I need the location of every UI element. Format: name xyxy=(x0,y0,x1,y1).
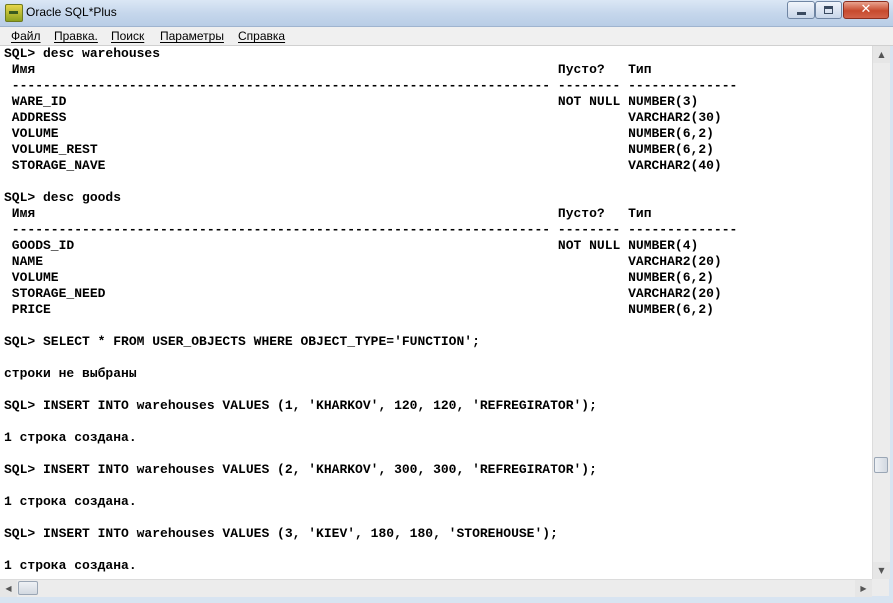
console-line: STORAGE_NEED VARCHAR2(20) xyxy=(4,286,722,301)
menu-search[interactable]: Поиск xyxy=(111,29,144,43)
console-line: VOLUME NUMBER(6,2) xyxy=(4,270,714,285)
scroll-up-icon[interactable]: ▲ xyxy=(873,46,890,63)
maximize-button[interactable] xyxy=(815,1,842,19)
sqlplus-app-icon xyxy=(5,4,23,22)
console-line: VOLUME_REST NUMBER(6,2) xyxy=(4,142,714,157)
console-line: WARE_ID NOT NULL NUMBER(3) xyxy=(4,94,699,109)
close-icon: ✕ xyxy=(860,2,872,17)
console-line: VOLUME NUMBER(6,2) xyxy=(4,126,714,141)
horizontal-scroll-thumb[interactable] xyxy=(18,581,38,595)
close-button[interactable]: ✕ xyxy=(843,1,889,19)
minimize-icon xyxy=(797,12,806,15)
window-title: Oracle SQL*Plus xyxy=(26,5,117,19)
sqlplus-window: Oracle SQL*Plus ✕ Файл Правка. Поиск Пар… xyxy=(0,0,893,603)
console-line: SQL> desc warehouses xyxy=(4,46,161,61)
console-line: SQL> INSERT INTO warehouses VALUES (1, '… xyxy=(4,398,597,413)
console-line: STORAGE_NAVE VARCHAR2(40) xyxy=(4,158,722,173)
maximize-icon xyxy=(824,6,833,14)
scrollbar-corner xyxy=(872,579,889,596)
console-line: GOODS_ID NOT NULL NUMBER(4) xyxy=(4,238,699,253)
console-line: SQL> desc goods xyxy=(4,190,122,205)
scroll-left-icon[interactable]: ◀ xyxy=(0,580,17,597)
menu-file[interactable]: Файл xyxy=(11,29,41,43)
console-line: NAME VARCHAR2(20) xyxy=(4,254,722,269)
console-line: строки не выбраны xyxy=(4,366,137,381)
vertical-scrollbar[interactable]: ▲ ▼ xyxy=(872,46,890,579)
console-line: Имя Пусто? Тип xyxy=(4,206,652,221)
scroll-right-icon[interactable]: ▶ xyxy=(855,580,872,597)
console-line: 1 строка создана. xyxy=(4,494,137,509)
console-line: 1 строка создана. xyxy=(4,430,137,445)
menu-edit[interactable]: Правка. xyxy=(54,29,98,43)
console-line: Имя Пусто? Тип xyxy=(4,62,652,77)
horizontal-scrollbar[interactable]: ◀ ▶ xyxy=(0,579,872,597)
console-line: ADDRESS VARCHAR2(30) xyxy=(4,110,722,125)
scroll-down-icon[interactable]: ▼ xyxy=(873,562,890,579)
title-bar[interactable]: Oracle SQL*Plus ✕ xyxy=(0,0,893,27)
console-line: 1 строка создана. xyxy=(4,558,137,573)
console-line: SQL> INSERT INTO warehouses VALUES (2, '… xyxy=(4,462,597,477)
console-line: ----------------------------------------… xyxy=(4,78,738,93)
console-line: ----------------------------------------… xyxy=(4,222,738,237)
console-output[interactable]: SQL> desc warehouses Имя Пусто? Тип ----… xyxy=(0,46,872,579)
console-line: PRICE NUMBER(6,2) xyxy=(4,302,714,317)
menu-bar: Файл Правка. Поиск Параметры Справка xyxy=(0,27,893,46)
console-line: SQL> SELECT * FROM USER_OBJECTS WHERE OB… xyxy=(4,334,480,349)
vertical-scroll-thumb[interactable] xyxy=(874,457,888,473)
minimize-button[interactable] xyxy=(787,1,815,19)
menu-options[interactable]: Параметры xyxy=(160,29,224,43)
console-line: SQL> INSERT INTO warehouses VALUES (3, '… xyxy=(4,526,558,541)
menu-help[interactable]: Справка xyxy=(238,29,285,43)
